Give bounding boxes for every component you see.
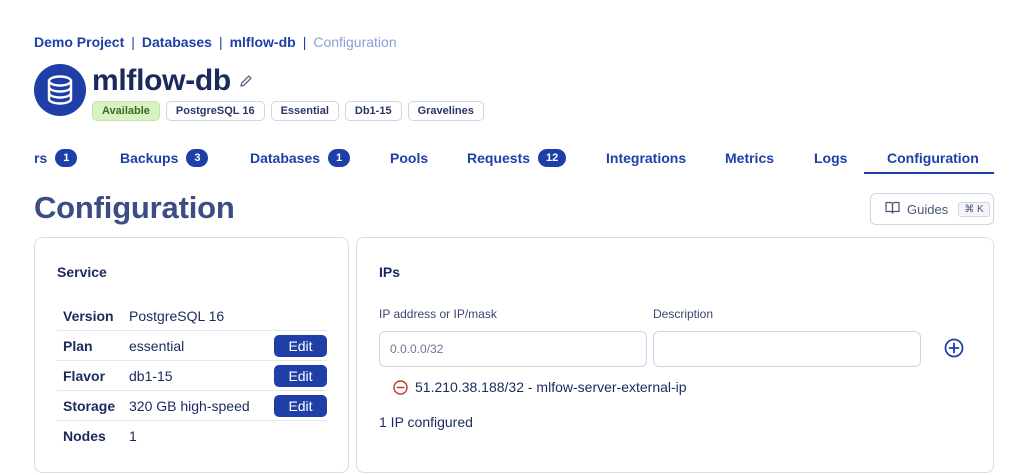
tab-logs[interactable]: Logs — [814, 142, 847, 174]
guides-button[interactable]: Guides ⌘ K — [870, 193, 994, 225]
service-key: Version — [63, 307, 114, 324]
service-row-flavor: Flavor db1-15 Edit — [57, 361, 327, 391]
service-row-plan: Plan essential Edit — [57, 331, 327, 361]
breadcrumb: Demo Project | Databases | mlflow-db | C… — [34, 34, 397, 50]
keyboard-shortcut: ⌘ K — [958, 201, 990, 217]
tab-label: Databases — [250, 150, 321, 166]
breadcrumb-demo-project[interactable]: Demo Project — [34, 34, 124, 50]
service-title: Service — [57, 264, 107, 280]
service-card: Service Version PostgreSQL 16 Plan essen… — [34, 237, 349, 473]
add-ip-button[interactable] — [943, 337, 965, 359]
description-input[interactable] — [653, 331, 921, 367]
page-header: mlflow-db Available PostgreSQL 16 Essent… — [34, 64, 484, 121]
edit-plan-button[interactable]: Edit — [274, 334, 327, 357]
ip-address-input[interactable] — [379, 331, 647, 367]
breadcrumb-separator: | — [218, 34, 223, 50]
badge-list: Available PostgreSQL 16 Essential Db1-15… — [92, 101, 484, 121]
service-key: Nodes — [63, 428, 106, 444]
minus-circle-icon[interactable] — [393, 379, 408, 395]
status-badge: Available — [92, 101, 160, 121]
tab-pools[interactable]: Pools — [390, 142, 428, 174]
breadcrumb-databases[interactable]: Databases — [142, 34, 212, 50]
flavor-badge: Db1-15 — [344, 101, 402, 121]
service-key: Plan — [63, 337, 93, 354]
service-value: db1-15 — [129, 367, 173, 384]
tab-count-badge: 1 — [328, 149, 351, 167]
ips-card: IPs IP address or IP/mask Description 51… — [356, 237, 994, 473]
tab-label: Logs — [814, 150, 848, 166]
region-badge: Gravelines — [407, 101, 484, 121]
plus-circle-icon — [944, 338, 964, 358]
active-tab-indicator — [864, 172, 994, 174]
ip-entry-text: 51.210.38.188/32 - mlfow-server-external… — [415, 379, 687, 395]
service-row-storage: Storage 320 GB high-speed Edit — [57, 391, 327, 421]
page-title: Configuration — [34, 190, 235, 225]
service-value: 1 — [129, 428, 137, 444]
tab-label: Requests — [467, 150, 531, 166]
tab-users[interactable]: rs 1 — [34, 142, 78, 174]
tab-databases[interactable]: Databases 1 — [250, 142, 351, 174]
tab-label: Backups — [120, 150, 179, 166]
book-icon — [885, 201, 900, 217]
tab-requests[interactable]: Requests 12 — [467, 142, 567, 174]
ip-address-label: IP address or IP/mask — [379, 307, 497, 321]
breadcrumb-separator: | — [302, 34, 307, 50]
service-value: essential — [129, 337, 185, 354]
tab-label: Integrations — [606, 150, 687, 166]
service-table: Version PostgreSQL 16 Plan essential Edi… — [57, 301, 327, 451]
breadcrumb-separator: | — [131, 34, 135, 50]
edit-storage-button[interactable]: Edit — [274, 394, 327, 417]
tab-label: Pools — [390, 150, 429, 166]
plan-badge: Essential — [270, 101, 339, 121]
tab-label: Metrics — [725, 150, 775, 166]
service-key: Flavor — [63, 367, 106, 384]
service-value: PostgreSQL 16 — [129, 307, 225, 324]
engine-badge: PostgreSQL 16 — [165, 101, 265, 121]
description-label: Description — [653, 307, 714, 321]
tab-count-badge: 3 — [186, 149, 209, 167]
database-icon — [34, 64, 86, 116]
tab-count-badge: 1 — [55, 149, 78, 167]
ip-entry: 51.210.38.188/32 - mlfow-server-external… — [393, 379, 687, 395]
tab-label: rs — [34, 150, 48, 166]
database-title: mlflow-db — [92, 64, 231, 97]
tab-configuration[interactable]: Configuration — [887, 142, 979, 174]
ips-title: IPs — [379, 264, 401, 280]
guides-label: Guides — [907, 201, 949, 217]
breadcrumb-current: Configuration — [313, 34, 397, 50]
tab-integrations[interactable]: Integrations — [606, 142, 686, 174]
tab-metrics[interactable]: Metrics — [725, 142, 774, 174]
tab-backups[interactable]: Backups 3 — [120, 142, 209, 174]
pencil-icon[interactable] — [239, 73, 255, 89]
tab-label: Configuration — [887, 150, 979, 166]
ip-count-text: 1 IP configured — [379, 414, 473, 430]
tab-bar: rs 1 Backups 3 Databases 1 Pools Request… — [0, 142, 1024, 174]
breadcrumb-mlflow-db[interactable]: mlflow-db — [230, 34, 296, 50]
service-row-nodes: Nodes 1 — [57, 421, 327, 451]
service-key: Storage — [63, 397, 116, 414]
service-value: 320 GB high-speed — [129, 397, 250, 414]
tab-count-badge: 12 — [538, 149, 567, 167]
edit-flavor-button[interactable]: Edit — [274, 364, 327, 387]
service-row-version: Version PostgreSQL 16 — [57, 301, 327, 331]
